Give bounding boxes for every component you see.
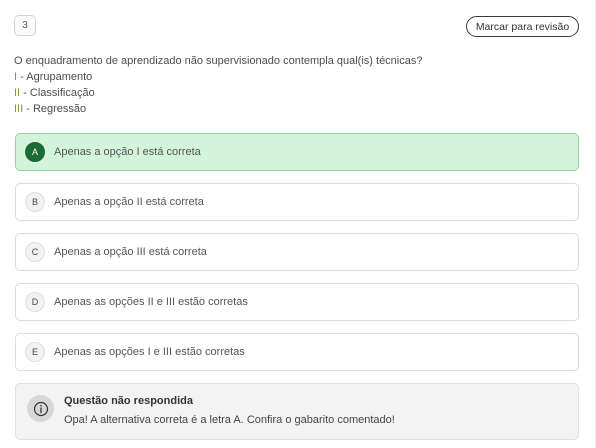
option-b[interactable]: B Apenas a opção II está correta	[15, 183, 579, 221]
question-item: I - Agrupamento	[14, 69, 584, 85]
mark-for-review-button[interactable]: Marcar para revisão	[466, 16, 579, 37]
option-letter-badge: B	[25, 192, 45, 212]
option-letter-badge: A	[25, 142, 45, 162]
item-text: Agrupamento	[26, 71, 93, 83]
item-separator: -	[17, 71, 27, 83]
feedback-message: Opa! A alternativa correta é a letra A. …	[64, 414, 395, 426]
feedback-title: Questão não respondida	[64, 395, 193, 407]
option-c[interactable]: C Apenas a opção III está correta	[15, 233, 579, 271]
option-e[interactable]: E Apenas as opções I e III estão correta…	[15, 333, 579, 371]
question-prompt: O enquadramento de aprendizado não super…	[14, 55, 423, 67]
info-icon	[27, 395, 54, 422]
question-item: III - Regressão	[14, 101, 584, 117]
item-numeral: III	[14, 103, 24, 115]
item-text: Classificação	[29, 87, 95, 99]
question-item: II - Classificação	[14, 85, 584, 101]
option-letter-badge: D	[25, 292, 45, 312]
item-text: Regressão	[32, 103, 87, 115]
option-label: Apenas a opção III está correta	[54, 246, 207, 258]
option-a[interactable]: A Apenas a opção I está correta	[15, 133, 579, 171]
question-text: O enquadramento de aprendizado não super…	[14, 53, 584, 117]
option-label: Apenas as opções I e III estão corretas	[54, 346, 245, 358]
item-separator: -	[23, 103, 33, 115]
option-letter-badge: E	[25, 342, 45, 362]
option-label: Apenas a opção I está correta	[54, 146, 201, 158]
option-d[interactable]: D Apenas as opções II e III estão corret…	[15, 283, 579, 321]
option-letter-badge: C	[25, 242, 45, 262]
option-label: Apenas as opções II e III estão corretas	[54, 296, 248, 308]
question-number-badge: 3	[14, 15, 36, 36]
feedback-panel: Questão não respondida Opa! A alternativ…	[15, 383, 579, 440]
item-separator: -	[20, 87, 30, 99]
option-label: Apenas a opção II está correta	[54, 196, 204, 208]
question-card: 3 Marcar para revisão O enquadramento de…	[0, 0, 596, 448]
